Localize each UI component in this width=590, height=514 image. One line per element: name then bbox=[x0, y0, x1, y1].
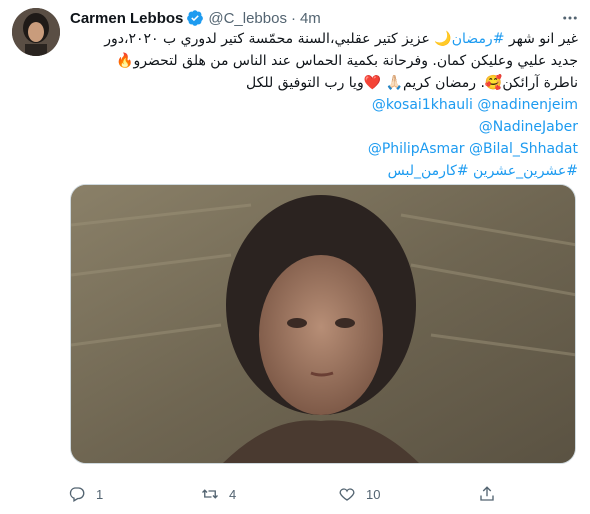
reply-button[interactable]: 1 bbox=[60, 477, 103, 511]
tweet-photo[interactable] bbox=[70, 184, 576, 464]
verified-badge-icon bbox=[186, 9, 204, 27]
reply-icon bbox=[60, 477, 94, 511]
tweet-header: Carmen Lebbos @C_lebbos · 4m bbox=[70, 8, 321, 28]
line-1-rest: 🌙 عزيز كتير عقلبي،السنة محمّسة كتير لدور… bbox=[104, 31, 452, 47]
timestamp[interactable]: 4m bbox=[300, 10, 321, 27]
tweet-line-3: ناطرة آرائكن🥰. رمضان كريم🙏🏻 ❤️ويا رب الت… bbox=[246, 75, 578, 91]
tweet-text: غير انو شهر #رمضان🌙 عزيز كتير عقلبي،السن… bbox=[70, 28, 578, 182]
mentions-line-3[interactable]: @PhilipAsmar @Bilal_Shhadat bbox=[70, 138, 578, 160]
retweet-count: 4 bbox=[229, 486, 237, 502]
mentions-line-1[interactable]: @kosai1khauli @nadinenjeim bbox=[70, 94, 578, 116]
like-count: 10 bbox=[366, 486, 381, 502]
reply-count: 1 bbox=[96, 486, 104, 502]
more-options-icon[interactable] bbox=[560, 8, 580, 28]
avatar[interactable] bbox=[12, 8, 60, 56]
tweet-line-1: غير انو شهر #رمضان🌙 عزيز كتير عقلبي،السن… bbox=[70, 28, 578, 50]
separator-dot: · bbox=[290, 9, 296, 27]
share-button[interactable] bbox=[470, 477, 504, 511]
like-button[interactable]: 10 bbox=[330, 477, 380, 511]
line-1-lead: غير انو شهر bbox=[504, 31, 578, 47]
retweet-button[interactable]: 4 bbox=[193, 477, 236, 511]
hashtag-ramadan[interactable]: #رمضان bbox=[452, 31, 505, 47]
share-icon bbox=[470, 477, 504, 511]
tweet-actions: 1 4 10 bbox=[60, 480, 510, 508]
display-name[interactable]: Carmen Lebbos bbox=[70, 10, 183, 27]
hashtags-line[interactable]: #عشرين_عشرين #كارمن_لبس bbox=[70, 160, 578, 182]
user-handle[interactable]: @C_lebbos bbox=[208, 10, 287, 27]
mentions-line-2[interactable]: @NadineJaber bbox=[70, 116, 578, 138]
heart-icon bbox=[330, 477, 364, 511]
tweet-card[interactable]: Carmen Lebbos @C_lebbos · 4m غير انو شهر… bbox=[0, 0, 590, 514]
tweet-line-2: جديد عليي وعليكن كمان. وفرحانة بكمية الح… bbox=[116, 53, 578, 69]
retweet-icon bbox=[193, 477, 227, 511]
